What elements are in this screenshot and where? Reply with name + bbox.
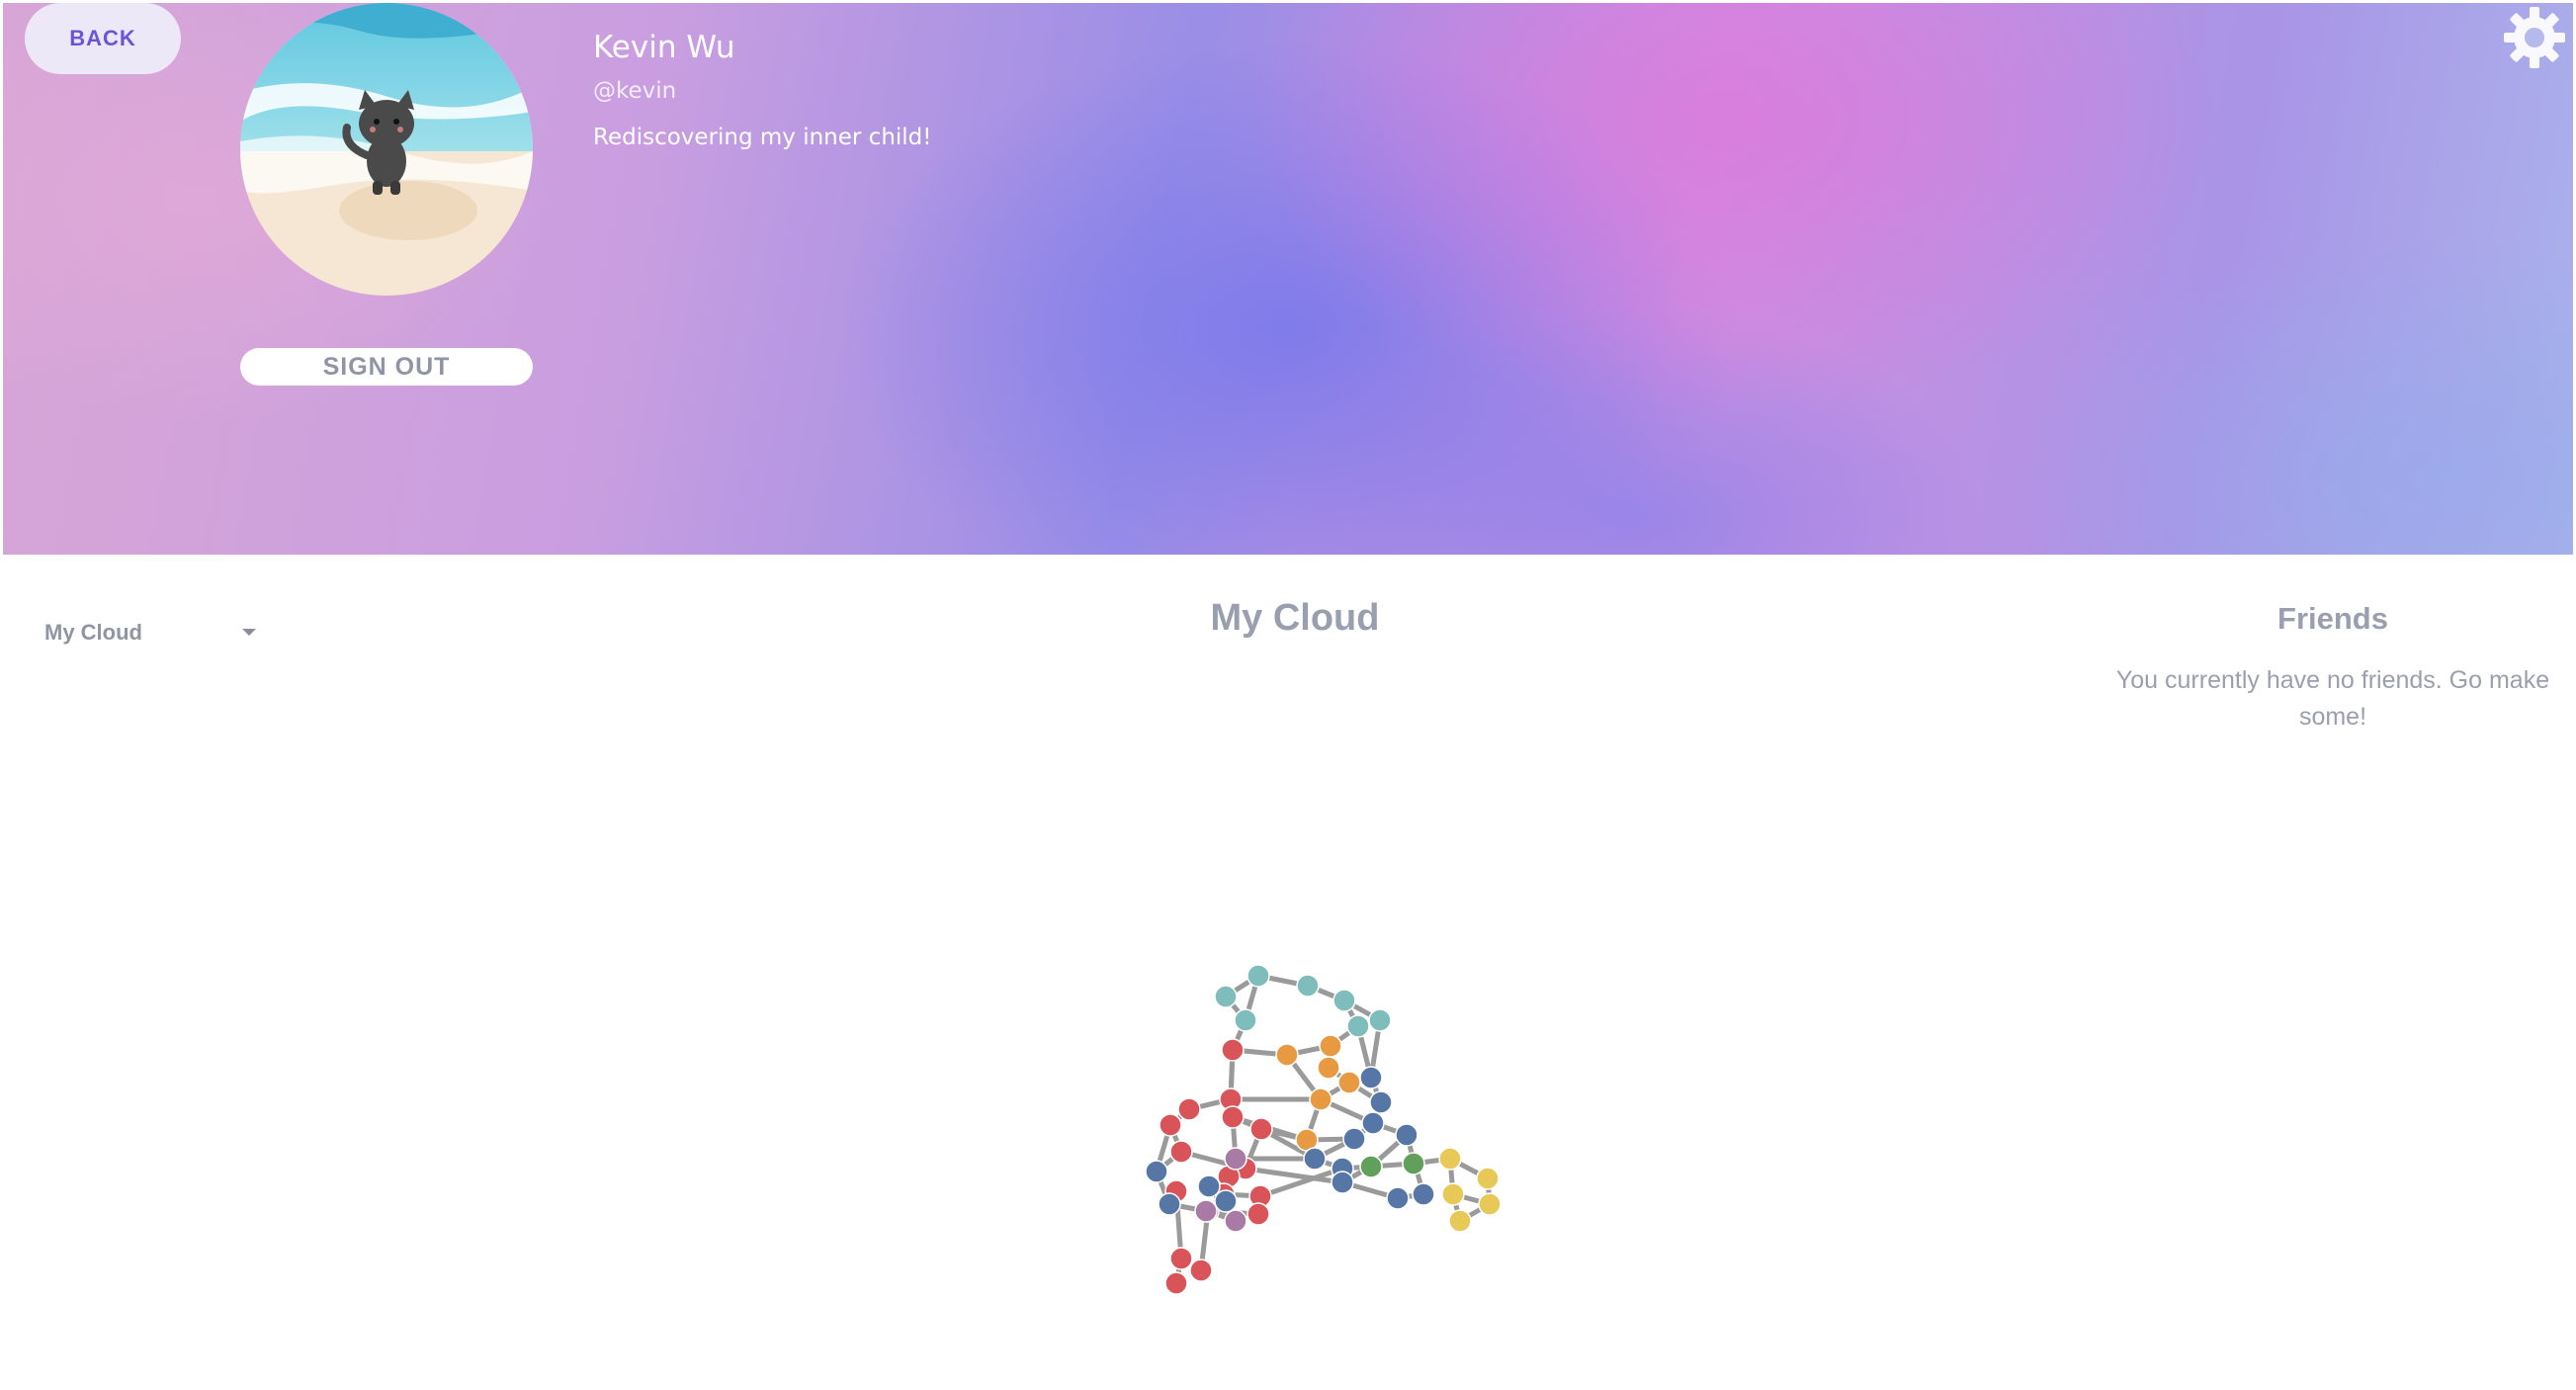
graph-node-red[interactable] — [1177, 1097, 1201, 1121]
graph-node-yellow[interactable] — [1438, 1147, 1462, 1171]
graph-node-blue[interactable] — [1395, 1123, 1418, 1147]
graph-node-orange[interactable] — [1319, 1034, 1342, 1058]
graph-node-blue[interactable] — [1361, 1111, 1385, 1135]
profile-handle: @kevin — [593, 78, 677, 104]
cloud-select-value: My Cloud — [44, 620, 142, 645]
graph-node-purple[interactable] — [1224, 1147, 1247, 1171]
profile-bio: Rediscovering my inner child! — [593, 125, 932, 150]
graph-node-orange[interactable] — [1317, 1056, 1340, 1080]
word-cloud-graph[interactable] — [1127, 949, 1512, 1305]
graph-node-green[interactable] — [1402, 1152, 1425, 1175]
graph-node-blue[interactable] — [1197, 1174, 1221, 1198]
chevron-down-icon — [242, 629, 256, 636]
cloud-select-dropdown[interactable]: My Cloud — [44, 615, 262, 651]
graph-node-red[interactable] — [1169, 1247, 1193, 1270]
graph-node-orange[interactable] — [1275, 1043, 1299, 1067]
graph-node-orange[interactable] — [1337, 1071, 1361, 1094]
profile-name: Kevin Wu — [593, 30, 735, 65]
graph-node-purple[interactable] — [1224, 1209, 1247, 1233]
graph-node-teal[interactable] — [1346, 1014, 1370, 1038]
graph-node-blue[interactable] — [1342, 1127, 1366, 1151]
graph-node-red[interactable] — [1164, 1271, 1188, 1295]
graph-node-purple[interactable] — [1194, 1199, 1218, 1223]
graph-node-teal[interactable] — [1214, 985, 1238, 1008]
graph-node-blue[interactable] — [1386, 1186, 1410, 1210]
graph-node-blue[interactable] — [1331, 1171, 1354, 1194]
graph-node-blue[interactable] — [1359, 1066, 1383, 1089]
graph-node-teal[interactable] — [1296, 974, 1320, 998]
graph-node-blue[interactable] — [1303, 1147, 1327, 1171]
back-button[interactable]: BACK — [25, 3, 181, 74]
graph-node-teal[interactable] — [1246, 964, 1270, 988]
graph-node-red[interactable] — [1169, 1140, 1193, 1164]
graph-node-orange[interactable] — [1309, 1087, 1332, 1111]
graph-node-yellow[interactable] — [1448, 1209, 1472, 1233]
graph-node-red[interactable] — [1221, 1105, 1245, 1129]
friends-empty-message: You currently have no friends. Go make s… — [2115, 666, 2550, 731]
avatar — [240, 3, 533, 296]
graph-node-blue[interactable] — [1369, 1090, 1393, 1114]
graph-node-green[interactable] — [1359, 1155, 1383, 1178]
graph-node-red[interactable] — [1159, 1113, 1182, 1137]
sign-out-button[interactable]: SIGN OUT — [240, 348, 533, 386]
page-title: My Cloud — [1210, 597, 1380, 639]
gear-icon — [2504, 7, 2565, 68]
graph-node-yellow[interactable] — [1476, 1167, 1500, 1190]
settings-button[interactable] — [2502, 5, 2567, 70]
graph-node-yellow[interactable] — [1478, 1192, 1502, 1216]
cat-on-beach-avatar-icon — [240, 3, 533, 296]
graph-node-yellow[interactable] — [1441, 1182, 1465, 1206]
graph-node-teal[interactable] — [1368, 1008, 1392, 1032]
graph-node-blue[interactable] — [1158, 1192, 1181, 1216]
graph-node-red[interactable] — [1249, 1117, 1273, 1141]
friends-title: Friends — [2277, 601, 2388, 636]
graph-node-blue[interactable] — [1214, 1189, 1238, 1213]
graph-node-red[interactable] — [1246, 1202, 1270, 1226]
graph-node-blue[interactable] — [1412, 1182, 1435, 1206]
graph-node-blue[interactable] — [1145, 1160, 1168, 1183]
graph-node-red[interactable] — [1221, 1038, 1245, 1062]
graph-node-teal[interactable] — [1332, 989, 1356, 1012]
graph-node-teal[interactable] — [1234, 1008, 1257, 1032]
graph-node-red[interactable] — [1189, 1259, 1213, 1282]
